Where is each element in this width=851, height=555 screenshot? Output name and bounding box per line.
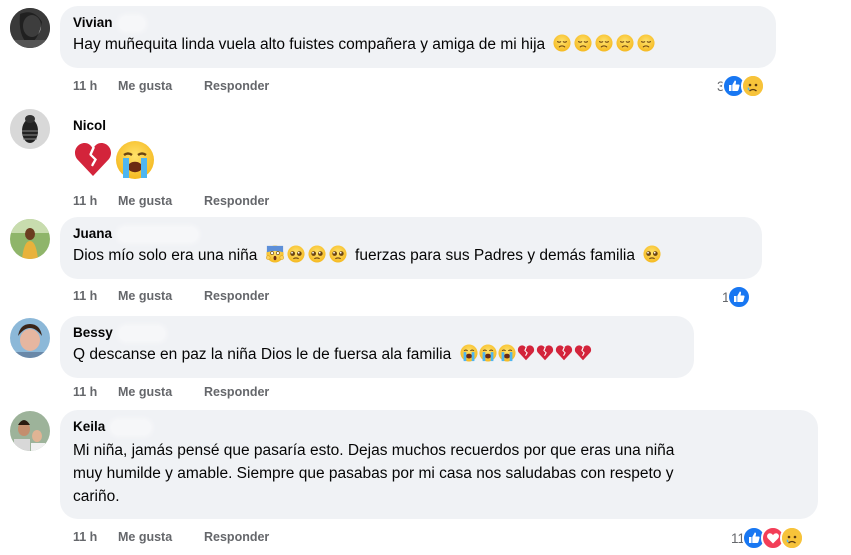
screaming-face-icon xyxy=(266,245,284,263)
disappointed-face-icon xyxy=(616,34,634,52)
pleading-face-icon xyxy=(287,245,305,263)
timestamp[interactable]: 11 h xyxy=(73,193,118,209)
emoji-group xyxy=(73,140,155,180)
reply-button[interactable]: Responder xyxy=(204,78,269,94)
sad-icon xyxy=(740,74,765,98)
timestamp[interactable]: 11 h xyxy=(73,288,118,304)
comment-author[interactable]: Keila xyxy=(73,418,806,436)
disappointed-face-icon xyxy=(553,34,571,52)
like-icon xyxy=(726,285,751,309)
comment-bubble: Keila Mi niña, jamás pensé que pasaría e… xyxy=(60,410,818,519)
avatar[interactable] xyxy=(10,411,50,451)
comment-actions: 11 h Me gusta Responder xyxy=(73,78,269,94)
comment-text: Hay muñequita linda vuela alto fuistes c… xyxy=(73,34,764,56)
comment-actions: 11 h Me gusta Responder xyxy=(73,384,269,400)
crying-face-icon xyxy=(115,140,155,180)
emoji-group xyxy=(460,344,592,362)
broken-heart-icon xyxy=(517,344,535,362)
emoji-group xyxy=(553,34,655,52)
comment-bubble: Vivian Hay muñequita linda vuela alto fu… xyxy=(60,6,776,68)
avatar[interactable] xyxy=(10,219,50,259)
comment-actions: 11 h Me gusta Responder xyxy=(73,529,269,545)
crying-face-icon xyxy=(479,344,497,362)
avatar[interactable] xyxy=(10,8,50,48)
crying-face-icon xyxy=(498,344,516,362)
reaction-summary[interactable]: 11 xyxy=(731,526,805,550)
reply-button[interactable]: Responder xyxy=(204,193,269,209)
emoji-group xyxy=(643,245,661,263)
crying-face-icon xyxy=(460,344,478,362)
timestamp[interactable]: 11 h xyxy=(73,529,118,545)
broken-heart-icon xyxy=(73,140,113,180)
pleading-face-icon xyxy=(643,245,661,263)
reaction-summary[interactable]: 3 xyxy=(717,74,765,98)
emoji-group xyxy=(266,245,347,263)
sad-icon xyxy=(780,526,805,550)
disappointed-face-icon xyxy=(637,34,655,52)
disappointed-face-icon xyxy=(574,34,592,52)
broken-heart-icon xyxy=(536,344,554,362)
comment-bubble: Juana Dios mío solo era una niña fuerzas… xyxy=(60,217,762,279)
like-button[interactable]: Me gusta xyxy=(118,288,204,304)
like-button[interactable]: Me gusta xyxy=(118,78,204,94)
pleading-face-icon xyxy=(308,245,326,263)
disappointed-face-icon xyxy=(595,34,613,52)
reply-button[interactable]: Responder xyxy=(204,384,269,400)
like-button[interactable]: Me gusta xyxy=(118,193,204,209)
comment-actions: 11 h Me gusta Responder xyxy=(73,193,269,209)
reply-button[interactable]: Responder xyxy=(204,288,269,304)
reaction-summary[interactable]: 1 xyxy=(722,285,751,309)
comment-author[interactable]: Bessy xyxy=(73,324,682,342)
broken-heart-icon xyxy=(574,344,592,362)
like-button[interactable]: Me gusta xyxy=(118,384,204,400)
comment-author[interactable]: Nicol xyxy=(73,117,106,135)
comment-text: Dios mío solo era una niña fuerzas para … xyxy=(73,245,750,267)
comment-author[interactable]: Vivian xyxy=(73,14,764,32)
timestamp[interactable]: 11 h xyxy=(73,384,118,400)
timestamp[interactable]: 11 h xyxy=(73,78,118,94)
comment-actions: 11 h Me gusta Responder xyxy=(73,288,269,304)
comment-text: Q descanse en paz la niña Dios le de fue… xyxy=(73,344,682,366)
comment-text: Mi niña, jamás pensé que pasaría esto. D… xyxy=(73,442,675,505)
pleading-face-icon xyxy=(329,245,347,263)
avatar[interactable] xyxy=(10,318,50,358)
reply-button[interactable]: Responder xyxy=(204,529,269,545)
comment-bubble: Bessy Q descanse en paz la niña Dios le … xyxy=(60,316,694,378)
comment-author[interactable]: Juana xyxy=(73,225,750,243)
avatar[interactable] xyxy=(10,109,50,149)
broken-heart-icon xyxy=(555,344,573,362)
like-button[interactable]: Me gusta xyxy=(118,529,204,545)
